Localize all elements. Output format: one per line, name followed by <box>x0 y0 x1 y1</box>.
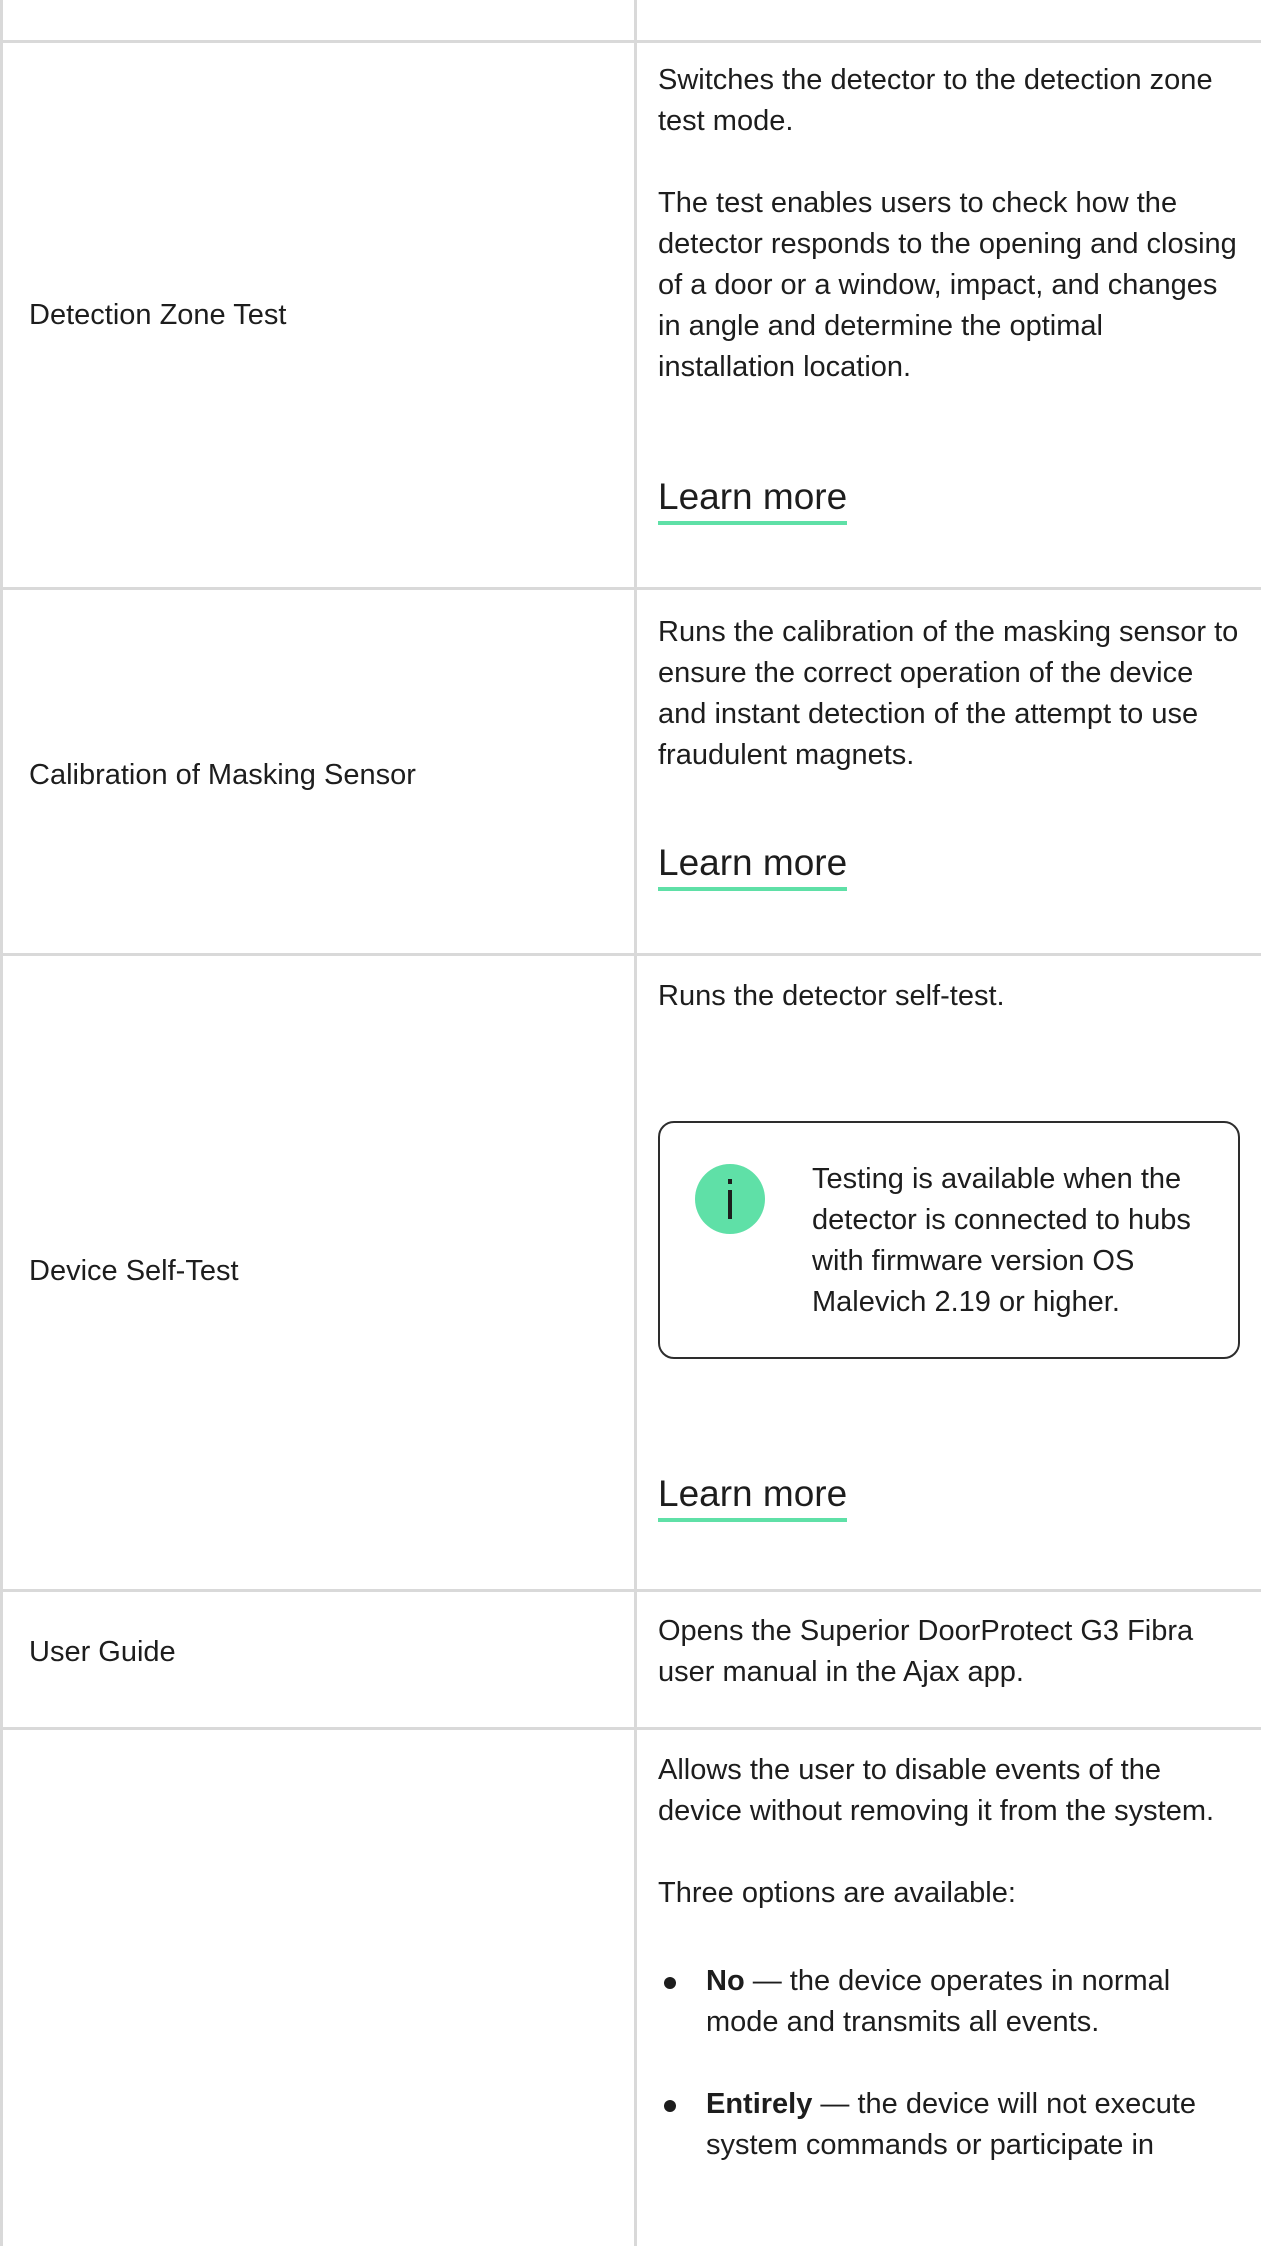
option-term: No <box>706 1965 745 1997</box>
row-divider <box>0 40 1261 43</box>
description-paragraph: Allows the user to disable events of the… <box>658 1754 1215 1827</box>
row-description: Allows the user to disable events of the… <box>658 1750 1242 2166</box>
list-item: Entirely — the device will not execute s… <box>658 2084 1242 2166</box>
info-note-text: Testing is available when the detector i… <box>812 1163 1191 1318</box>
info-note: Testing is available when the detector i… <box>658 1121 1240 1359</box>
row-divider <box>0 1727 1261 1730</box>
row-description: Opens the Superior DoorProtect G3 Fibra … <box>658 1611 1242 1693</box>
description-paragraph: Runs the calibration of the masking sens… <box>658 616 1239 771</box>
learn-more-link[interactable]: Learn more <box>658 841 848 891</box>
row-name: Device Self-Test <box>29 1255 239 1287</box>
row-description: Switches the detector to the detection z… <box>658 60 1242 388</box>
row-name: Calibration of Masking Sensor <box>29 759 416 791</box>
row-divider <box>0 587 1261 590</box>
table-column-divider <box>634 0 637 2246</box>
options-list: No — the device operates in normal mode … <box>658 1961 1242 2166</box>
row-name: Detection Zone Test <box>29 299 287 331</box>
row-description: Runs the calibration of the masking sens… <box>658 612 1242 776</box>
description-paragraph: Switches the detector to the detection z… <box>658 64 1213 137</box>
row-divider <box>0 953 1261 956</box>
row-description: Runs the detector self-test. <box>658 976 1242 1017</box>
description-paragraph: Three options are available: <box>658 1877 1016 1909</box>
learn-more-link[interactable]: Learn more <box>658 1472 848 1522</box>
description-paragraph: Runs the detector self-test. <box>658 980 1005 1012</box>
description-paragraph: The test enables users to check how the … <box>658 187 1237 383</box>
option-term: Entirely <box>706 2088 813 2120</box>
info-icon <box>695 1164 765 1234</box>
row-name: User Guide <box>29 1636 176 1668</box>
learn-more-link[interactable]: Learn more <box>658 475 848 525</box>
table-border-left <box>0 0 3 2246</box>
list-item: No — the device operates in normal mode … <box>658 1961 1242 2043</box>
option-text: — the device operates in normal mode and… <box>706 1965 1171 2038</box>
row-divider <box>0 1589 1261 1592</box>
description-paragraph: Opens the Superior DoorProtect G3 Fibra … <box>658 1615 1194 1688</box>
